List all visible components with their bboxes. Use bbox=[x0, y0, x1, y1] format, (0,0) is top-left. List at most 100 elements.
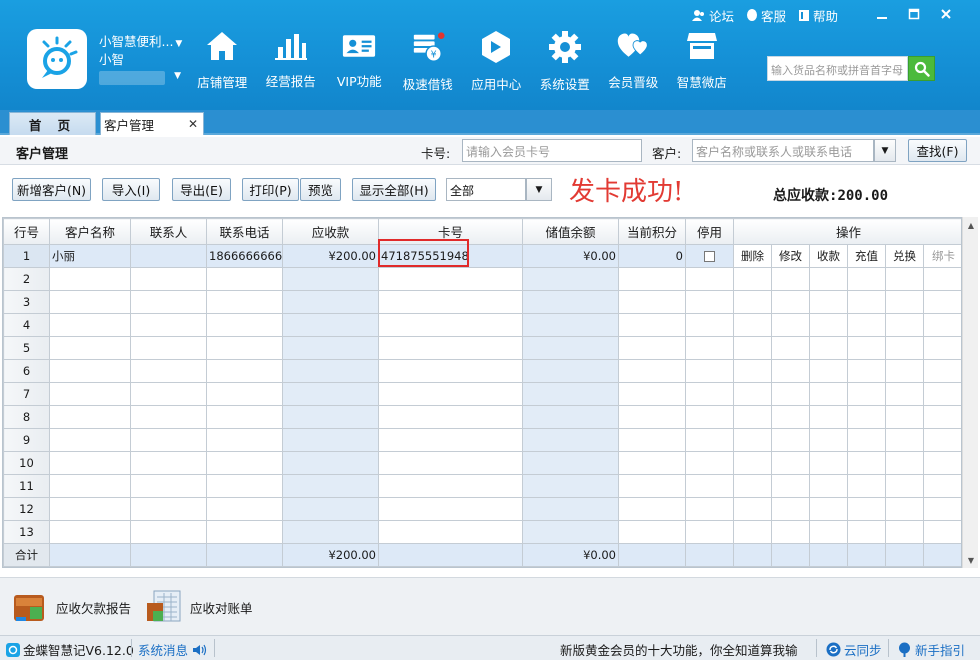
table-row[interactable]: 4 bbox=[3, 313, 961, 337]
system-messages-link[interactable]: 系统消息 bbox=[138, 640, 208, 659]
scroll-down-icon[interactable]: ▼ bbox=[963, 552, 979, 568]
nav-business-report[interactable]: 经营报告 bbox=[257, 28, 326, 90]
product-search-input[interactable]: 输入货品名称或拼音首字母 bbox=[767, 56, 908, 81]
service-link[interactable]: 客服 bbox=[746, 6, 786, 25]
col-header-points[interactable]: 当前积分 bbox=[618, 218, 686, 245]
forum-link[interactable]: 论坛 bbox=[692, 6, 734, 25]
disabled-cell bbox=[685, 244, 734, 268]
table-row[interactable]: 7 bbox=[3, 382, 961, 406]
status-bar: 金蝶智慧记V6.12.0 系统消息 新版黄金会员的十大功能，你全知道算我输 云同… bbox=[0, 635, 980, 660]
contact-cell[interactable] bbox=[130, 244, 207, 268]
edit-button[interactable]: 修改 bbox=[771, 244, 810, 268]
search-button[interactable] bbox=[908, 56, 935, 81]
phone-cell[interactable]: 18666666666 bbox=[206, 244, 283, 268]
collect-button[interactable]: 收款 bbox=[809, 244, 848, 268]
table-row[interactable]: 2 bbox=[3, 267, 961, 291]
disabled-checkbox[interactable] bbox=[704, 251, 715, 262]
table-row[interactable]: 3 bbox=[3, 290, 961, 314]
import-button[interactable]: 导入(I) bbox=[102, 178, 160, 201]
card-number-label: 卡号: bbox=[421, 146, 451, 161]
minimize-icon bbox=[877, 17, 887, 19]
maximize-button[interactable] bbox=[898, 3, 930, 25]
top-links: 论坛 客服 帮助 bbox=[692, 6, 850, 25]
add-customer-button[interactable]: 新增客户(N) bbox=[12, 178, 91, 201]
help-link[interactable]: 帮助 bbox=[798, 6, 838, 25]
col-header-receivable[interactable]: 应收款 bbox=[282, 218, 379, 245]
customer-label: 客户: bbox=[652, 146, 682, 161]
maximize-icon bbox=[908, 8, 920, 20]
coin-stack-icon: ¥ bbox=[411, 30, 445, 64]
toolbar: 新增客户(N) 导入(I) 导出(E) 打印(P) 预览 显示全部(H) 全部 … bbox=[0, 165, 980, 217]
book-icon bbox=[799, 10, 810, 21]
table-row[interactable]: 6 bbox=[3, 359, 961, 383]
recharge-button[interactable]: 充值 bbox=[847, 244, 886, 268]
col-header-name[interactable]: 客户名称 bbox=[49, 218, 131, 245]
user-name: 小智 bbox=[99, 52, 125, 67]
receivable-report-link[interactable]: 应收欠款报告 bbox=[12, 589, 131, 625]
delete-button[interactable]: 删除 bbox=[733, 244, 772, 268]
filter-select[interactable]: 全部 bbox=[446, 178, 526, 201]
account-redacted bbox=[99, 71, 165, 85]
grid-scrollbar[interactable]: ▲ ▼ bbox=[962, 217, 978, 568]
search-icon bbox=[914, 61, 930, 77]
scroll-up-icon[interactable]: ▲ bbox=[963, 217, 979, 233]
col-header-card[interactable]: 卡号 bbox=[378, 218, 523, 245]
table-row[interactable]: 10 bbox=[3, 451, 961, 475]
redeem-button[interactable]: 兑换 bbox=[885, 244, 924, 268]
show-all-button[interactable]: 显示全部(H) bbox=[352, 178, 436, 201]
minimize-button[interactable] bbox=[866, 3, 898, 25]
balance-cell: ¥0.00 bbox=[522, 244, 619, 268]
filter-dropdown-button[interactable]: ▼ bbox=[526, 178, 552, 201]
col-header-disabled[interactable]: 停用 bbox=[685, 218, 734, 245]
close-tab-icon[interactable]: ✕ bbox=[188, 117, 198, 131]
table-row[interactable]: 9 bbox=[3, 428, 961, 452]
penguin-icon bbox=[747, 9, 758, 21]
nav-member-upgrade[interactable]: 会员晋级 bbox=[599, 28, 668, 90]
nav-smart-shop[interactable]: 智慧微店 bbox=[668, 28, 737, 90]
bar-chart-icon bbox=[274, 30, 308, 61]
customer-name-cell[interactable]: 小丽 bbox=[49, 244, 131, 268]
beginner-guide-button[interactable]: 新手指引 bbox=[897, 640, 965, 659]
card-number-cell[interactable]: 471875551948 bbox=[378, 244, 523, 268]
print-button[interactable]: 打印(P) bbox=[242, 178, 299, 201]
preview-button[interactable]: 预览 bbox=[300, 178, 341, 201]
close-button[interactable] bbox=[930, 3, 962, 25]
tab-customer-management[interactable]: 客户管理 ✕ bbox=[100, 112, 204, 135]
col-header-balance[interactable]: 储值余额 bbox=[522, 218, 619, 245]
customer-dropdown-button[interactable]: ▼ bbox=[874, 139, 896, 162]
forum-icon bbox=[692, 10, 704, 21]
report-links: 应收欠款报告 应收对账单 bbox=[0, 577, 980, 635]
col-header-actions: 操作 bbox=[732, 218, 961, 245]
shop-icon bbox=[685, 30, 719, 62]
news-link[interactable]: 新版黄金会员的十大功能，你全知道算我输 bbox=[560, 640, 798, 659]
tab-home[interactable]: 首 页 bbox=[9, 112, 96, 135]
app-header: 小智慧便利... ▼ 小智 ▼ 店铺管理 经营报告 VIP功能 ¥ 极速借钱 应… bbox=[0, 0, 980, 110]
export-button[interactable]: 导出(E) bbox=[172, 178, 231, 201]
chevron-down-icon: ▼ bbox=[174, 71, 181, 81]
table-row[interactable]: 11 bbox=[3, 474, 961, 498]
col-header-row-no[interactable]: 行号 bbox=[3, 218, 50, 245]
customer-search-input[interactable]: 客户名称或联系人或联系电话 bbox=[692, 139, 874, 162]
table-row[interactable]: 5 bbox=[3, 336, 961, 360]
table-row[interactable]: 12 bbox=[3, 497, 961, 521]
table-row[interactable]: 1 小丽 18666666666 ¥200.00 471875551948 ¥0… bbox=[3, 244, 961, 268]
card-number-input[interactable]: 请输入会员卡号 bbox=[462, 139, 642, 162]
statement-icon bbox=[147, 590, 181, 622]
tab-strip: 首 页 客户管理 ✕ bbox=[0, 110, 980, 135]
account-selector[interactable]: ▼ bbox=[99, 70, 183, 86]
nav-quick-loan[interactable]: ¥ 极速借钱 bbox=[394, 28, 463, 92]
svg-text:¥: ¥ bbox=[430, 49, 436, 60]
table-row[interactable]: 13 bbox=[3, 520, 961, 544]
table-row[interactable]: 8 bbox=[3, 405, 961, 429]
col-header-phone[interactable]: 联系电话 bbox=[206, 218, 283, 245]
nav-app-center[interactable]: 应用中心 bbox=[462, 28, 531, 92]
cloud-sync-button[interactable]: 云同步 bbox=[826, 640, 882, 659]
find-button[interactable]: 查找(F) bbox=[908, 139, 967, 162]
col-header-contact[interactable]: 联系人 bbox=[130, 218, 207, 245]
receivable-statement-link[interactable]: 应收对账单 bbox=[146, 589, 253, 625]
nav-store-management[interactable]: 店铺管理 bbox=[188, 28, 257, 90]
nav-system-settings[interactable]: 系统设置 bbox=[531, 28, 600, 92]
title-row: 客户管理 卡号: 请输入会员卡号 客户: 客户名称或联系人或联系电话 ▼ 查找(… bbox=[0, 137, 980, 165]
store-selector[interactable]: 小智慧便利... ▼ bbox=[99, 31, 182, 50]
nav-vip[interactable]: VIP功能 bbox=[325, 28, 394, 90]
